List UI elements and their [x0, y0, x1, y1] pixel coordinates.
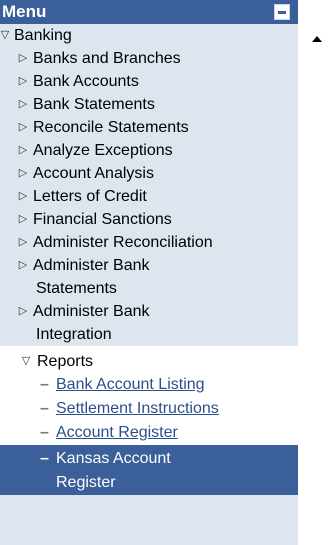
triangle-down-icon: ▽ [0, 29, 10, 41]
menu-item-label: Administer Bank [33, 303, 150, 320]
collapse-menu-button[interactable] [274, 4, 290, 20]
dash-icon: – [40, 450, 49, 467]
report-link-bank-account-listing[interactable]: – Bank Account Listing [0, 373, 298, 397]
report-link-kansas-account-register[interactable]: – Kansas Account Register [0, 445, 298, 495]
menu-item-analyze-exceptions[interactable]: ▷ Analyze Exceptions [0, 139, 298, 162]
scroll-up-arrow-icon[interactable] [312, 36, 322, 42]
report-link-label: Kansas Account [56, 450, 171, 467]
triangle-right-icon: ▷ [18, 236, 28, 248]
report-link-account-register[interactable]: – Account Register [0, 421, 298, 445]
dash-icon: – [40, 400, 49, 417]
menu-item-bank-accounts[interactable]: ▷ Bank Accounts [0, 70, 298, 93]
triangle-right-icon: ▷ [18, 98, 28, 110]
menu-title: Menu [2, 2, 47, 21]
report-link-label[interactable]: Bank Account Listing [56, 373, 205, 397]
menu-item-account-analysis[interactable]: ▷ Account Analysis [0, 162, 298, 185]
menu-item-label: Banks and Branches [33, 50, 181, 67]
triangle-down-icon: ▽ [21, 355, 31, 367]
dash-icon: – [40, 376, 49, 393]
triangle-right-icon: ▷ [18, 75, 28, 87]
menu-item-administer-bank-integration[interactable]: ▷ Administer Bank Integration [0, 300, 298, 346]
report-link-label-cont: Register [56, 474, 116, 491]
menu-item-label: Administer Bank [33, 257, 150, 274]
menu-item-letters-of-credit[interactable]: ▷ Letters of Credit [0, 185, 298, 208]
menu-folder-label: Reports [37, 353, 94, 370]
menu-item-financial-sanctions[interactable]: ▷ Financial Sanctions [0, 208, 298, 231]
menu-folder-banking[interactable]: ▽ Banking [0, 24, 298, 47]
menu-item-label: Bank Accounts [33, 73, 139, 90]
scrollbar[interactable] [305, 30, 331, 545]
triangle-right-icon: ▷ [18, 259, 28, 271]
triangle-right-icon: ▷ [18, 190, 28, 202]
menu-item-label-cont: Statements [36, 280, 117, 297]
menu-item-administer-reconciliation[interactable]: ▷ Administer Reconciliation [0, 231, 298, 254]
reports-section: ▽ Reports – Bank Account Listing – Settl… [0, 346, 298, 495]
menu-header: Menu [0, 0, 298, 24]
menu-item-banks-branches[interactable]: ▷ Banks and Branches [0, 47, 298, 70]
menu-folder-label: Banking [14, 27, 72, 44]
menu-folder-reports[interactable]: ▽ Reports [0, 346, 298, 373]
menu-item-administer-bank-statements[interactable]: ▷ Administer Bank Statements [0, 254, 298, 300]
menu-item-label-cont: Integration [36, 326, 112, 343]
triangle-right-icon: ▷ [18, 121, 28, 133]
navigation-menu: Menu ▽ Banking ▷ Banks and Branches ▷ Ba… [0, 0, 298, 545]
menu-item-label: Account Analysis [33, 165, 154, 182]
report-link-label[interactable]: Settlement Instructions [56, 397, 219, 421]
menu-item-reconcile-statements[interactable]: ▷ Reconcile Statements [0, 116, 298, 139]
menu-item-bank-statements[interactable]: ▷ Bank Statements [0, 93, 298, 116]
menu-item-label: Reconcile Statements [33, 119, 189, 136]
report-link-settlement-instructions[interactable]: – Settlement Instructions [0, 397, 298, 421]
menu-item-label: Administer Reconciliation [33, 234, 213, 251]
triangle-right-icon: ▷ [18, 213, 28, 225]
menu-item-label: Bank Statements [33, 96, 155, 113]
triangle-right-icon: ▷ [18, 305, 28, 317]
menu-item-label: Analyze Exceptions [33, 142, 173, 159]
triangle-right-icon: ▷ [18, 144, 28, 156]
triangle-right-icon: ▷ [18, 167, 28, 179]
dash-icon: – [40, 424, 49, 441]
menu-item-label: Letters of Credit [33, 188, 147, 205]
menu-item-label: Financial Sanctions [33, 211, 172, 228]
report-link-label[interactable]: Account Register [56, 421, 178, 445]
triangle-right-icon: ▷ [18, 52, 28, 64]
